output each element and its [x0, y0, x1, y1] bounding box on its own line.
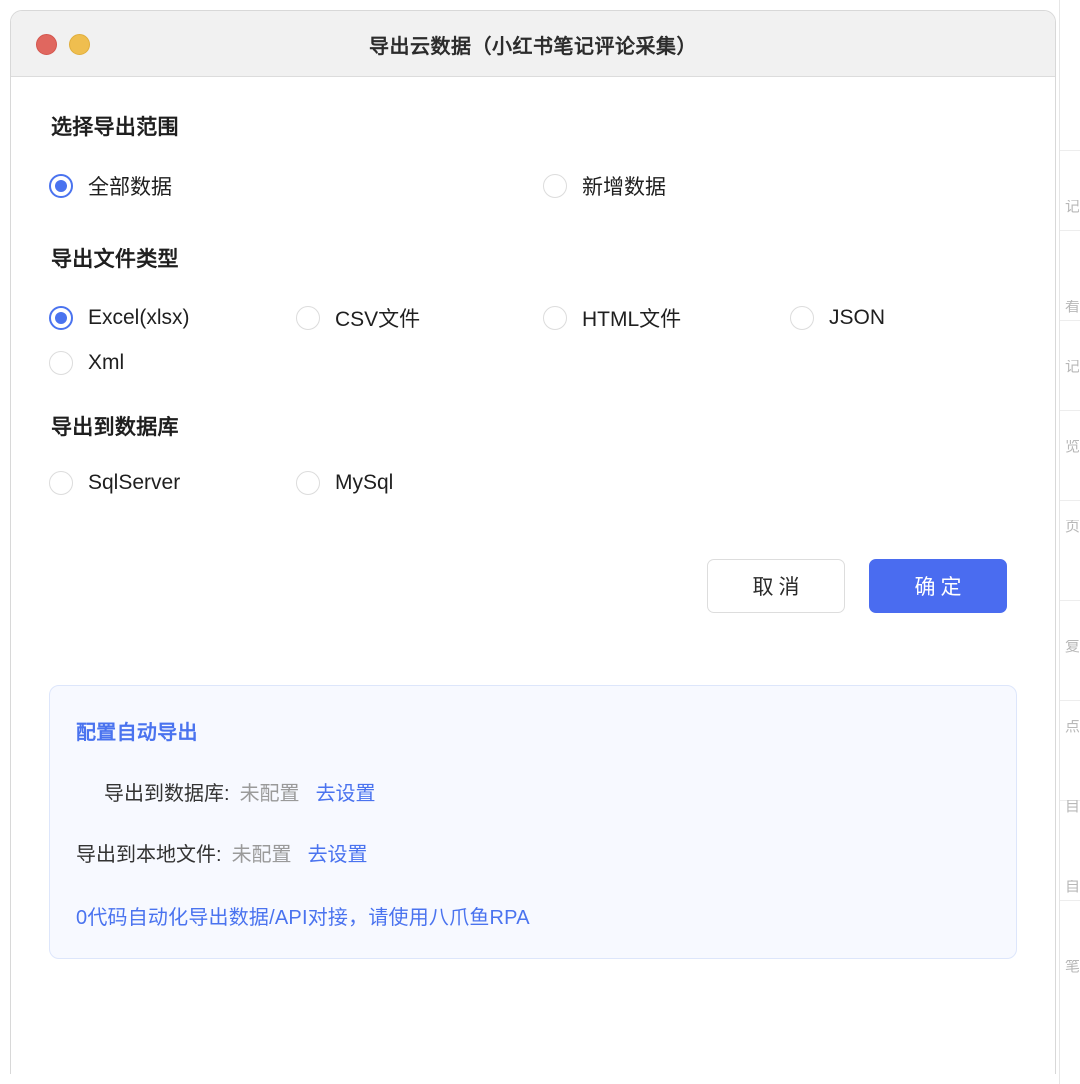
auto-export-row-settings-link[interactable]: 去设置 — [308, 838, 368, 867]
radio-label: Xml — [88, 351, 125, 374]
confirm-button[interactable]: 确定 — [869, 559, 1007, 613]
export-file-type-radio-group-row2: Xml — [49, 351, 1017, 375]
export-scope-heading: 选择导出范围 — [51, 116, 179, 139]
auto-export-row-database: 导出到数据库: 未配置 去设置 — [76, 777, 990, 806]
export-scope-radio-group: 全部数据 新增数据 — [49, 171, 1017, 201]
export-cloud-data-dialog: 导出云数据（小红书笔记评论采集） 选择导出范围 全部数据 新增数据 导出文件类型… — [10, 10, 1056, 1074]
auto-export-row-value: 未配置 — [239, 783, 300, 805]
radio-indicator[interactable] — [296, 471, 320, 495]
rpa-promo-link[interactable]: 0代码自动化导出数据/API对接，请使用八爪鱼RPA — [76, 901, 990, 930]
cancel-button[interactable]: 取消 — [707, 559, 845, 613]
auto-export-row-value: 未配置 — [231, 844, 292, 866]
export-file-type-radio-group: Excel(xlsx) CSV文件 HTML文件 JSON — [49, 303, 1017, 333]
radio-option-json[interactable]: JSON — [790, 306, 1037, 330]
auto-export-title: 配置自动导出 — [76, 722, 198, 744]
radio-indicator[interactable] — [543, 174, 567, 198]
radio-option-new-data[interactable]: 新增数据 — [543, 171, 1037, 201]
radio-indicator[interactable] — [49, 471, 73, 495]
dialog-body: 选择导出范围 全部数据 新增数据 导出文件类型 Excel(xlsx) CSV文… — [11, 77, 1055, 959]
window-titlebar[interactable]: 导出云数据（小红书笔记评论采集） — [11, 11, 1055, 77]
radio-label: 新增数据 — [582, 176, 666, 199]
radio-indicator[interactable] — [296, 306, 320, 330]
auto-export-row-local-file: 导出到本地文件: 未配置 去设置 — [76, 838, 990, 867]
radio-label: Excel(xlsx) — [88, 306, 190, 329]
export-database-heading: 导出到数据库 — [51, 416, 179, 439]
radio-option-csv[interactable]: CSV文件 — [296, 303, 543, 333]
radio-indicator[interactable] — [543, 306, 567, 330]
radio-label: CSV文件 — [335, 308, 421, 331]
radio-indicator[interactable] — [49, 351, 73, 375]
radio-label: SqlServer — [88, 471, 181, 494]
background-window-strip: 记 看 记 览 页 复 点 目 自 笔 — [1059, 0, 1080, 1084]
window-title: 导出云数据（小红书笔记评论采集） — [369, 35, 697, 58]
radio-label: 全部数据 — [88, 176, 172, 199]
radio-indicator-selected[interactable] — [49, 306, 73, 330]
radio-indicator-selected[interactable] — [49, 174, 73, 198]
export-database-radio-group: SqlServer MySql — [49, 471, 1017, 495]
radio-option-sqlserver[interactable]: SqlServer — [49, 471, 296, 495]
radio-option-xml[interactable]: Xml — [49, 351, 296, 375]
radio-option-all-data[interactable]: 全部数据 — [49, 171, 543, 201]
auto-export-row-label: 导出到数据库: — [104, 783, 230, 805]
auto-export-row-label: 导出到本地文件: — [76, 844, 222, 866]
auto-export-row-settings-link[interactable]: 去设置 — [316, 777, 376, 806]
radio-option-excel[interactable]: Excel(xlsx) — [49, 306, 296, 330]
auto-export-panel: 配置自动导出 导出到数据库: 未配置 去设置 导出到本地文件: 未配置 去设置 … — [49, 685, 1017, 959]
radio-indicator[interactable] — [790, 306, 814, 330]
radio-label: JSON — [829, 306, 886, 329]
radio-label: HTML文件 — [582, 308, 682, 331]
radio-option-html[interactable]: HTML文件 — [543, 303, 790, 333]
radio-label: MySql — [335, 471, 394, 494]
export-file-type-heading: 导出文件类型 — [51, 248, 179, 271]
dialog-actions: 取消 确定 — [49, 559, 1017, 613]
radio-option-mysql[interactable]: MySql — [296, 471, 543, 495]
